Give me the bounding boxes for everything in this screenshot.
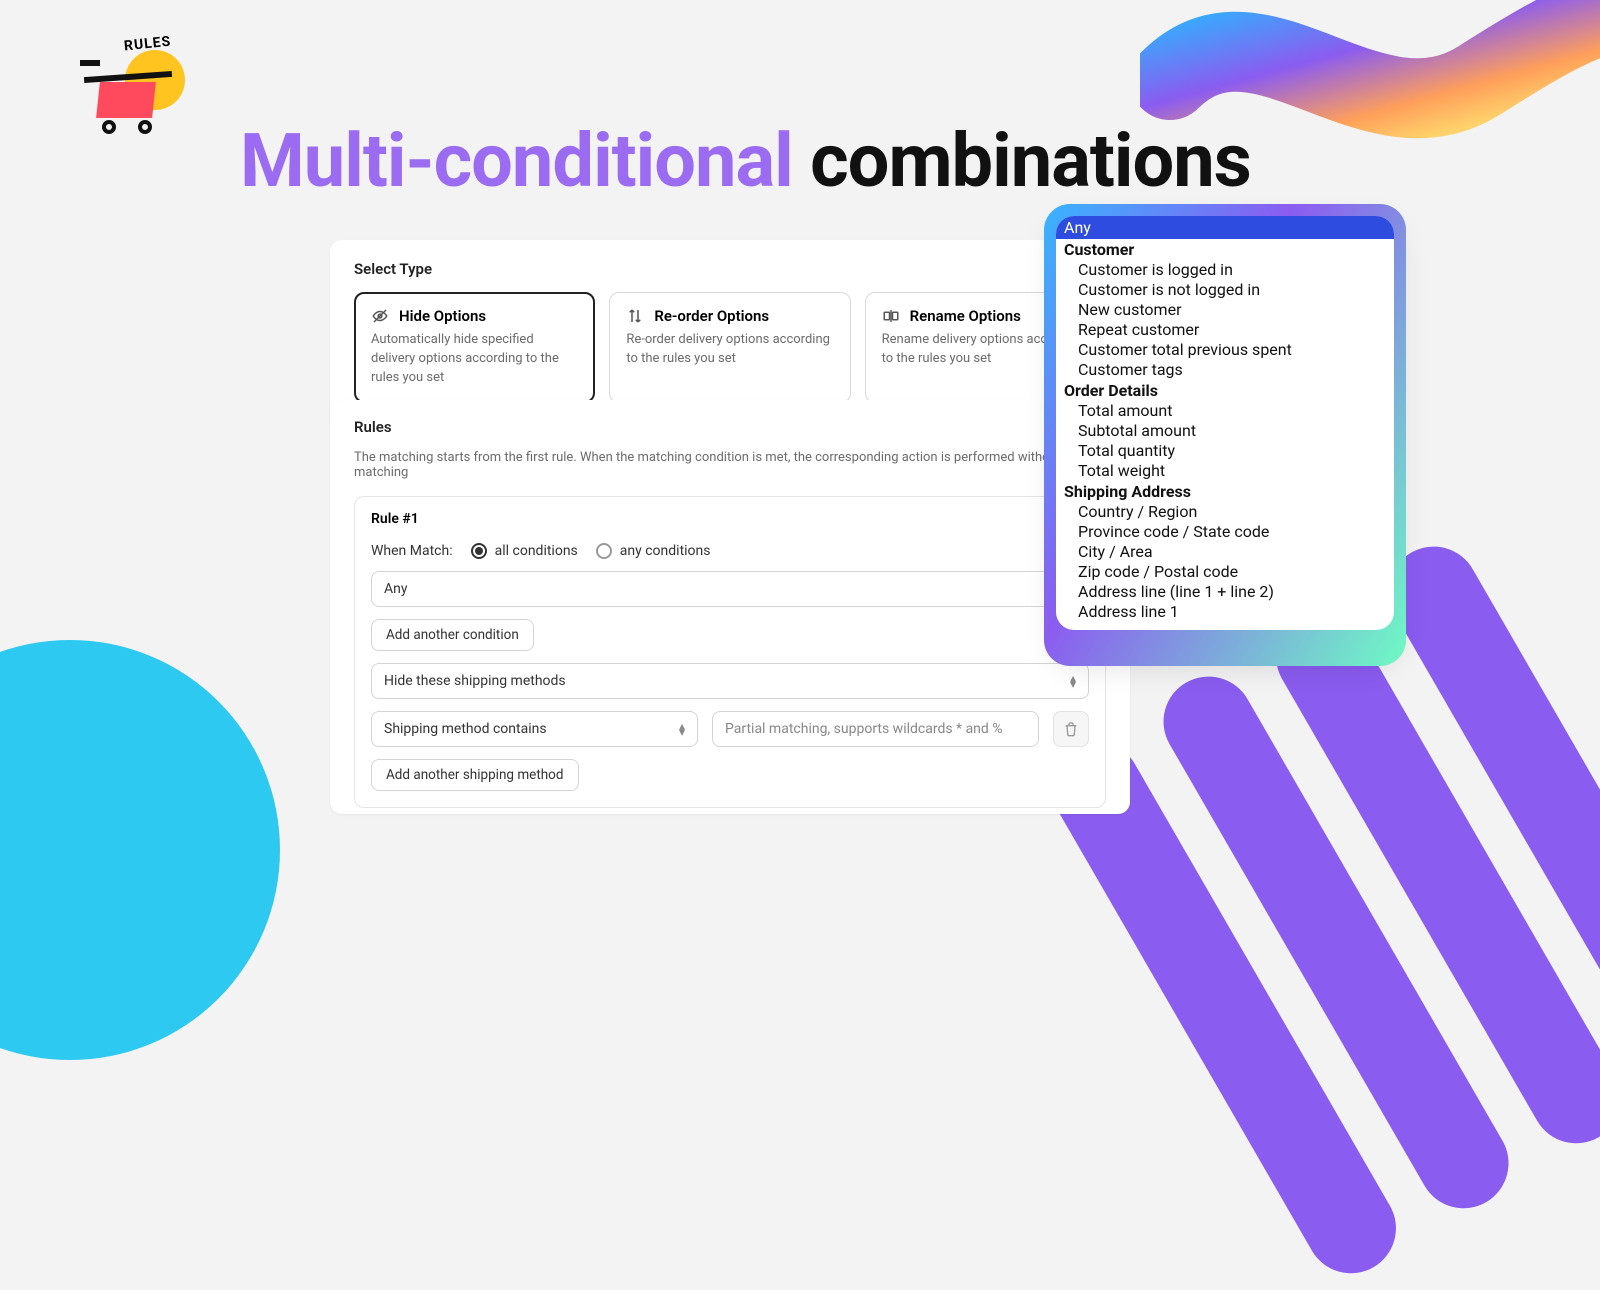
type-title: Re-order Options — [654, 307, 769, 325]
type-option-hide[interactable]: Hide Options Automatically hide specifie… — [354, 292, 595, 403]
sort-icon — [626, 307, 644, 325]
rule-title: Rule #1 — [371, 511, 1089, 527]
dropdown-item[interactable]: Total quantity — [1056, 441, 1394, 461]
condition-select[interactable]: Any ▴▾ — [371, 571, 1089, 607]
chevron-updown-icon: ▴▾ — [1070, 675, 1076, 687]
select-type-label: Select Type — [354, 260, 1106, 278]
dropdown-item[interactable]: Total amount — [1056, 401, 1394, 421]
when-match-label: When Match: — [371, 543, 453, 559]
radio-dot-icon — [596, 543, 612, 559]
title-part-2: combinations — [810, 118, 1251, 205]
radio-all-label: all conditions — [495, 543, 578, 559]
rules-heading: Rules — [354, 418, 1106, 436]
dropdown-item[interactable]: Customer total previous spent — [1056, 340, 1394, 360]
dropdown-item[interactable]: Country / Region — [1056, 502, 1394, 522]
radio-all-conditions[interactable]: all conditions — [471, 543, 578, 559]
add-shipping-method-button[interactable]: Add another shipping method — [371, 759, 579, 791]
dropdown-item[interactable]: Customer is not logged in — [1056, 280, 1394, 300]
dropdown-item[interactable]: City / Area — [1056, 542, 1394, 562]
dropdown-item[interactable]: Customer is logged in — [1056, 260, 1394, 280]
type-desc: Automatically hide specified delivery op… — [371, 331, 578, 388]
rules-card: Rules The matching starts from the first… — [330, 400, 1130, 814]
dropdown-item[interactable]: Customer tags — [1056, 360, 1394, 380]
app-logo: RULES — [80, 40, 190, 140]
title-part-1: Multi-conditional — [240, 118, 793, 205]
decor-blob-bottom-left — [0, 640, 280, 1060]
radio-dot-icon — [471, 543, 487, 559]
radio-any-label: any conditions — [620, 543, 711, 559]
eye-off-icon — [371, 307, 389, 325]
radio-any-conditions[interactable]: any conditions — [596, 543, 711, 559]
dropdown-item[interactable]: Subtotal amount — [1056, 421, 1394, 441]
action-value: Hide these shipping methods — [384, 673, 566, 689]
action-select[interactable]: Hide these shipping methods ▴▾ — [371, 663, 1089, 699]
dropdown-group-label: Customer — [1056, 239, 1394, 260]
method-field-select[interactable]: Shipping method contains ▴▾ — [371, 711, 698, 747]
dropdown-selected-item[interactable]: Any — [1056, 216, 1394, 239]
dropdown-group-label: Shipping Address — [1056, 481, 1394, 502]
dropdown-group-label: Order Details — [1056, 380, 1394, 401]
rule-block-1: Rule #1 When Match: all conditions any c… — [354, 496, 1106, 808]
condition-dropdown-panel: Any CustomerCustomer is logged inCustome… — [1056, 216, 1394, 654]
method-placeholder: Partial matching, supports wildcards * a… — [725, 721, 1003, 737]
dropdown-item[interactable]: Address line 1 — [1056, 602, 1394, 622]
rules-description: The matching starts from the first rule.… — [354, 450, 1106, 480]
type-option-reorder[interactable]: Re-order Options Re-order delivery optio… — [609, 292, 850, 403]
dropdown-item[interactable]: Province code / State code — [1056, 522, 1394, 542]
method-value-input[interactable]: Partial matching, supports wildcards * a… — [712, 711, 1039, 747]
chevron-updown-icon: ▴▾ — [679, 723, 685, 735]
select-type-card: Select Type Hide Options Automatically h… — [330, 240, 1130, 427]
page-title: Multi-conditional combinations — [240, 118, 1251, 205]
method-field-value: Shipping method contains — [384, 721, 547, 737]
delete-method-button[interactable] — [1053, 711, 1089, 747]
condition-value: Any — [384, 581, 408, 597]
add-condition-button[interactable]: Add another condition — [371, 619, 534, 651]
type-title: Rename Options — [910, 307, 1021, 325]
type-title: Hide Options — [399, 307, 486, 325]
dropdown-item[interactable]: Address line (line 1 + line 2) — [1056, 582, 1394, 602]
dropdown-item[interactable]: Total weight — [1056, 461, 1394, 481]
type-desc: Re-order delivery options according to t… — [626, 331, 833, 369]
rename-icon — [882, 307, 900, 325]
dropdown-item[interactable]: Zip code / Postal code — [1056, 562, 1394, 582]
dropdown-item[interactable]: New customer — [1056, 300, 1394, 320]
dropdown-item[interactable]: Repeat customer — [1056, 320, 1394, 340]
